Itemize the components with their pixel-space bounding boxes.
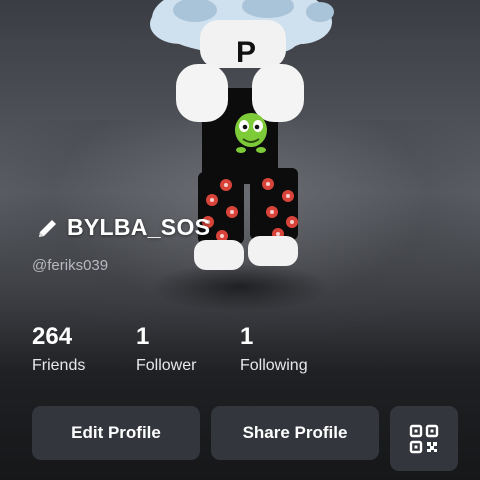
- profile-actions: Edit Profile Share Profile: [32, 406, 379, 460]
- stats-row: 264 Friends 1 Follower 1 Following: [32, 323, 344, 375]
- username: @feriks039: [32, 257, 109, 274]
- stat-label: Friends: [32, 357, 86, 374]
- qr-code-icon: [409, 424, 439, 453]
- qr-code-button[interactable]: [390, 406, 458, 471]
- stat-following[interactable]: 1 Following: [240, 323, 344, 375]
- edit-profile-button[interactable]: Edit Profile: [32, 406, 200, 460]
- stat-value: 264: [32, 323, 73, 350]
- stat-friends[interactable]: 264 Friends: [32, 323, 136, 375]
- stat-label: Follower: [136, 357, 197, 374]
- svg-text:P: P: [236, 36, 256, 69]
- stat-value: 1: [136, 323, 150, 350]
- stat-label: Following: [240, 357, 308, 374]
- pencil-icon[interactable]: [36, 216, 60, 240]
- display-name: BYLBA_SOS: [67, 214, 211, 240]
- stat-followers[interactable]: 1 Follower: [136, 323, 240, 375]
- share-profile-button[interactable]: Share Profile: [211, 406, 379, 460]
- stat-value: 1: [240, 323, 254, 350]
- display-name-row[interactable]: BYLBA_SOS: [36, 214, 210, 241]
